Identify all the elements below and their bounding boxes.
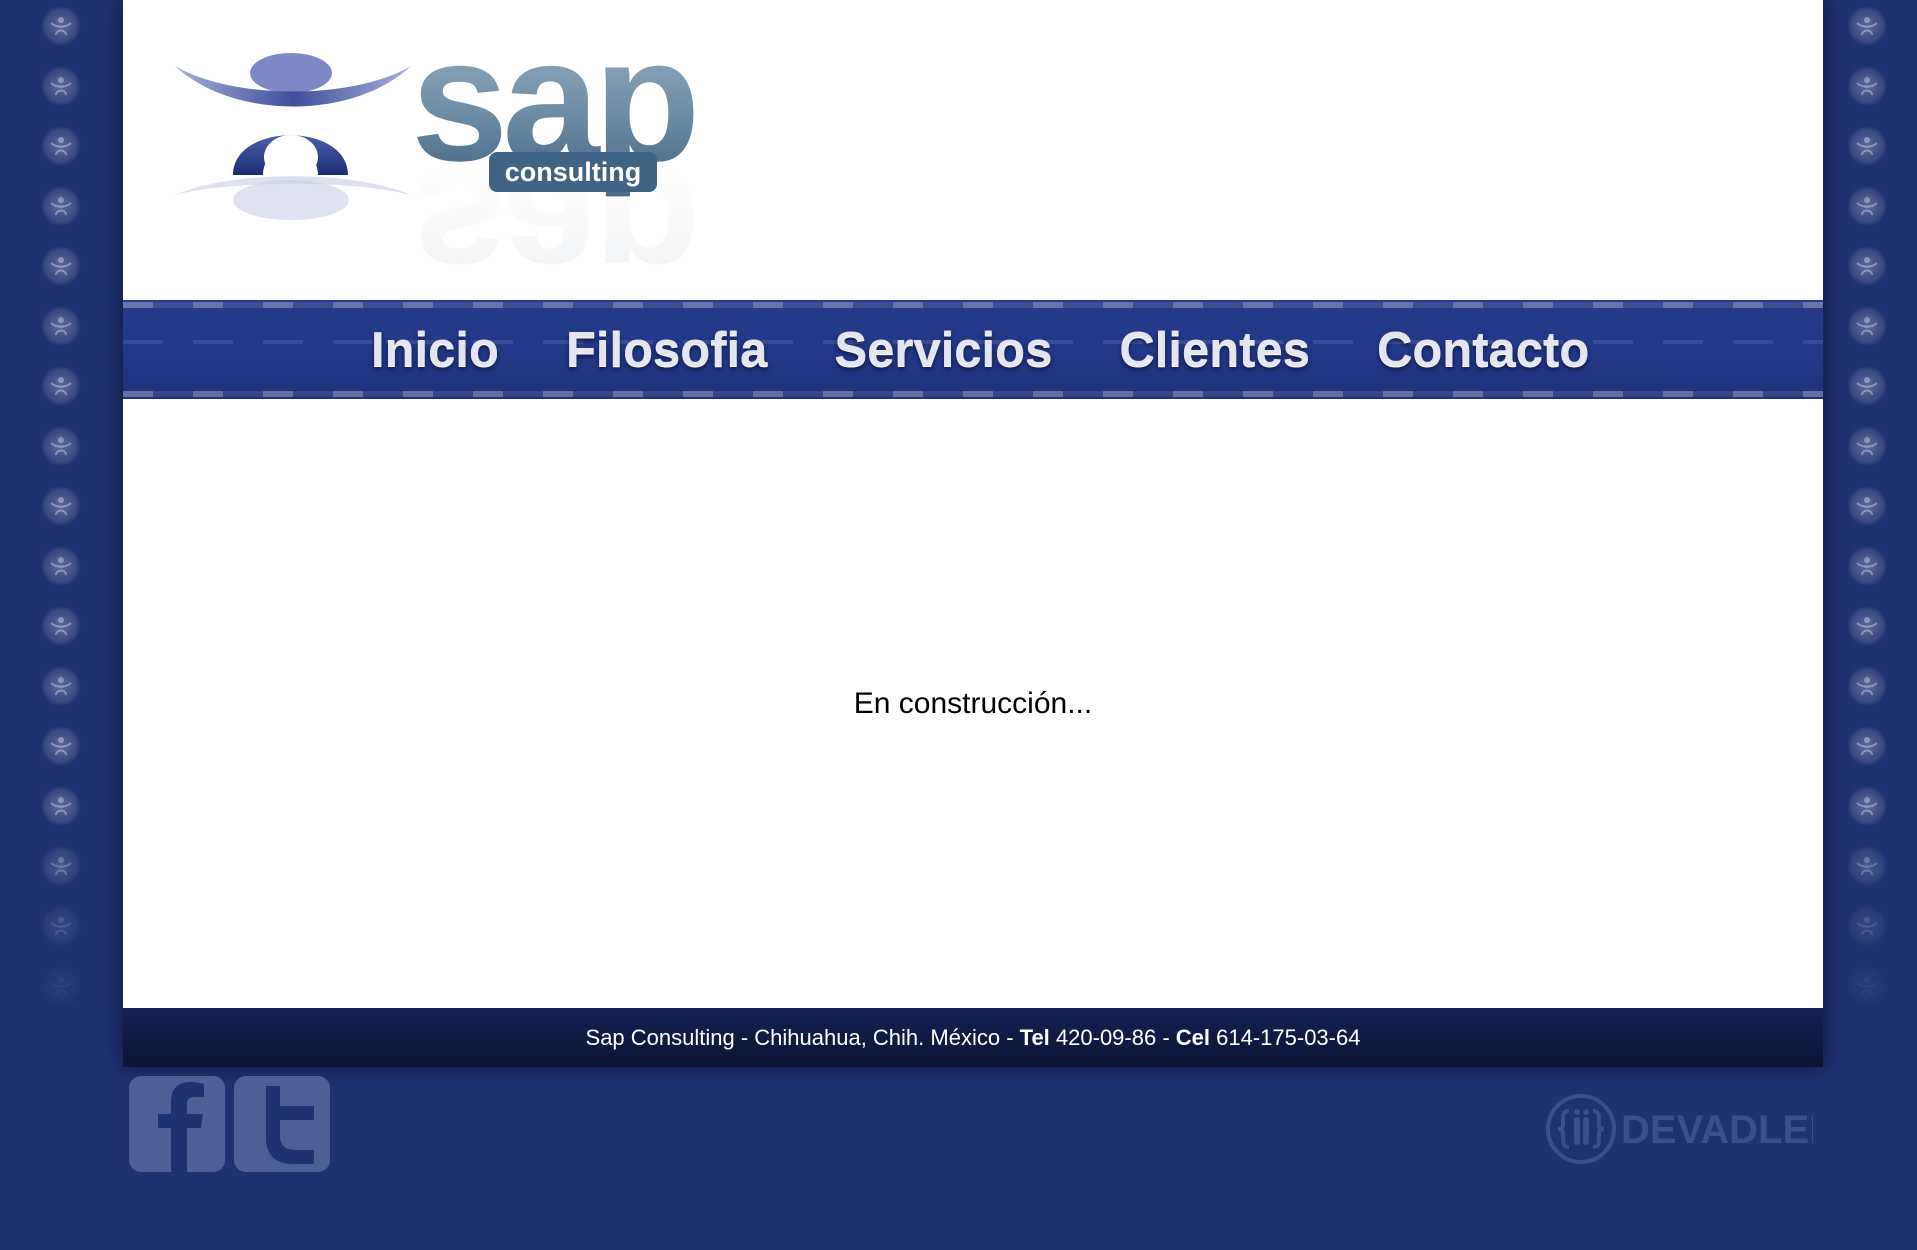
twitter-icon[interactable]: [234, 1076, 330, 1172]
pattern-emblem-icon: [1847, 126, 1887, 166]
pattern-emblem-icon: [41, 486, 81, 526]
devadler-text: DEVADLER: [1621, 1108, 1813, 1152]
pattern-emblem-icon: [41, 246, 81, 286]
pattern-emblem-icon: [1847, 366, 1887, 406]
logo-text-consulting: consulting: [505, 157, 642, 187]
pattern-emblem-icon: [1847, 846, 1887, 886]
pattern-emblem-icon: [41, 66, 81, 106]
footer-tel-label: Tel: [1019, 1025, 1050, 1050]
right-pattern-strip: [1826, 0, 1917, 1010]
pattern-emblem-icon: [1847, 966, 1887, 1006]
footer-company: Sap Consulting - Chihuahua, Chih. México…: [585, 1025, 1020, 1050]
pattern-emblem-icon: [41, 306, 81, 346]
pattern-emblem-icon: [1847, 726, 1887, 766]
pattern-emblem-icon: [41, 426, 81, 466]
sap-consulting-logo[interactable]: sap sap consulting: [173, 30, 873, 270]
pattern-emblem-icon: [1847, 306, 1887, 346]
pattern-emblem-icon: [1847, 486, 1887, 526]
logo-figure-head: [250, 53, 332, 93]
pattern-emblem-icon: [1847, 6, 1887, 46]
pattern-emblem-icon: [41, 126, 81, 166]
pattern-emblem-icon: [41, 6, 81, 46]
footer-cel-value: 614-175-03-64: [1210, 1025, 1361, 1050]
footer-cel-label: Cel: [1175, 1025, 1211, 1050]
main-nav: Inicio Filosofia Servicios Clientes Cont…: [123, 300, 1823, 399]
nav-item-servicios[interactable]: Servicios: [834, 322, 1052, 378]
pattern-emblem-icon: [41, 366, 81, 406]
nav-item-filosofia[interactable]: Filosofia: [566, 322, 767, 378]
pattern-emblem-icon: [1847, 246, 1887, 286]
pattern-emblem-icon: [41, 786, 81, 826]
pattern-emblem-icon: [41, 846, 81, 886]
pattern-emblem-icon: [1847, 666, 1887, 706]
pattern-emblem-icon: [1847, 546, 1887, 586]
pattern-emblem-icon: [1847, 786, 1887, 826]
under-construction-message: En construcción...: [853, 687, 1093, 720]
pattern-emblem-icon: [1847, 906, 1887, 946]
main-content: En construcción...: [123, 399, 1823, 1008]
nav-item-inicio[interactable]: Inicio: [371, 322, 499, 378]
pattern-emblem-icon: [1847, 66, 1887, 106]
pattern-emblem-icon: [1847, 186, 1887, 226]
pattern-emblem-icon: [41, 186, 81, 226]
facebook-icon[interactable]: [129, 1076, 225, 1172]
devadler-credit-logo[interactable]: DEVADLER: [1545, 1093, 1813, 1165]
pattern-emblem-icon: [41, 606, 81, 646]
pattern-emblem-icon: [41, 906, 81, 946]
page-container: sap sap consulting Inicio Filosofia Serv…: [123, 0, 1823, 1067]
pattern-emblem-icon: [1847, 426, 1887, 466]
nav-item-contacto[interactable]: Contacto: [1377, 322, 1589, 378]
nav-items: Inicio Filosofia Servicios Clientes Cont…: [371, 322, 1589, 378]
footer-tel-value: 420-09-86 -: [1049, 1025, 1176, 1050]
left-pattern-strip: [0, 0, 124, 1010]
header: sap sap consulting: [123, 0, 1823, 300]
nav-item-clientes[interactable]: Clientes: [1119, 322, 1310, 378]
pattern-emblem-icon: [1847, 606, 1887, 646]
pattern-emblem-icon: [41, 966, 81, 1006]
footer: Sap Consulting - Chihuahua, Chih. México…: [123, 1008, 1823, 1067]
pattern-emblem-icon: [41, 666, 81, 706]
pattern-emblem-icon: [41, 546, 81, 586]
pattern-emblem-icon: [41, 726, 81, 766]
